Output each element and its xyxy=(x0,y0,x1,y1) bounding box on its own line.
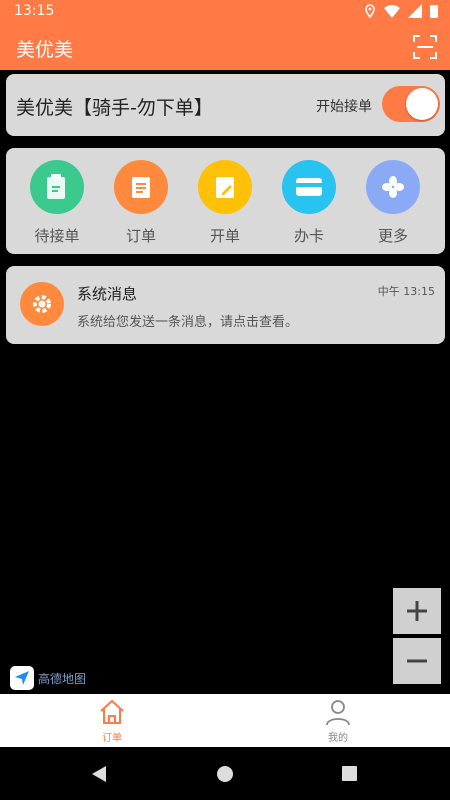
recents-icon[interactable] xyxy=(341,765,358,782)
app-screen: 13:15 美优美 美优美【骑手-勿下单】 开始接单 待接单 订单 开单 办卡 … xyxy=(0,0,450,800)
scan-icon[interactable] xyxy=(412,34,438,60)
menu-item-create[interactable]: 开单 xyxy=(190,160,260,246)
app-bar: 美优美 xyxy=(0,24,450,70)
menu-label-orders: 订单 xyxy=(125,227,156,245)
system-message-card[interactable]: 系统消息 中午 13:15 系统给您发送一条消息，请点击查看。 xyxy=(6,266,445,344)
pending-orders-icon xyxy=(30,160,84,214)
back-icon[interactable] xyxy=(90,765,108,783)
accept-orders-toggle[interactable] xyxy=(382,86,440,122)
map-logo-text: 高德地图 xyxy=(38,671,87,686)
menu-item-orders[interactable]: 订单 xyxy=(106,160,176,246)
menu-item-card[interactable]: 办卡 xyxy=(274,160,344,246)
app-title: 美优美 xyxy=(16,39,74,61)
more-icon xyxy=(366,160,420,214)
nav-label-orders: 订单 xyxy=(102,733,122,744)
nav-label-mine: 我的 xyxy=(328,733,348,744)
home-circle-icon[interactable] xyxy=(216,765,234,783)
shop-name: 美优美【骑手-勿下单】 xyxy=(16,97,213,119)
card-icon xyxy=(282,160,336,214)
battery-icon xyxy=(430,5,438,18)
location-icon xyxy=(365,4,375,18)
gear-icon xyxy=(20,282,64,326)
message-time: 中午 13:15 xyxy=(377,285,435,298)
menu-item-pending[interactable]: 待接单 xyxy=(22,160,92,246)
create-order-icon xyxy=(198,160,252,214)
status-time: 13:15 xyxy=(14,3,55,19)
status-bar: 13:15 xyxy=(0,0,450,24)
minus-icon xyxy=(407,659,427,663)
user-icon xyxy=(326,700,350,726)
menu-item-more[interactable]: 更多 xyxy=(358,160,428,246)
menu-label-card: 办卡 xyxy=(293,227,324,245)
order-list-icon xyxy=(114,160,168,214)
system-icons xyxy=(364,4,438,18)
zoom-in-button[interactable] xyxy=(393,588,441,634)
menu-card: 待接单 订单 开单 办卡 更多 xyxy=(6,148,445,254)
shop-card: 美优美【骑手-勿下单】 开始接单 xyxy=(6,74,445,136)
menu-label-pending: 待接单 xyxy=(34,227,80,245)
home-icon xyxy=(100,699,124,724)
android-nav-bar xyxy=(0,747,450,800)
plus-icon xyxy=(407,601,427,621)
message-body: 系统给您发送一条消息，请点击查看。 xyxy=(77,315,299,330)
message-title: 系统消息 xyxy=(77,285,138,303)
wifi-icon xyxy=(384,5,400,18)
toggle-knob xyxy=(406,88,438,120)
accept-orders-label: 开始接单 xyxy=(316,99,372,115)
zoom-out-button[interactable] xyxy=(393,638,441,684)
signal-icon xyxy=(408,4,422,18)
menu-label-create: 开单 xyxy=(209,227,240,245)
nav-item-mine[interactable]: 我的 xyxy=(298,698,378,744)
map-logo: 高德地图 xyxy=(10,666,86,690)
map-arrow-icon xyxy=(10,666,34,690)
menu-label-more: 更多 xyxy=(377,227,408,245)
nav-item-orders[interactable]: 订单 xyxy=(72,698,152,744)
bottom-nav: 订单 我的 xyxy=(0,694,450,747)
